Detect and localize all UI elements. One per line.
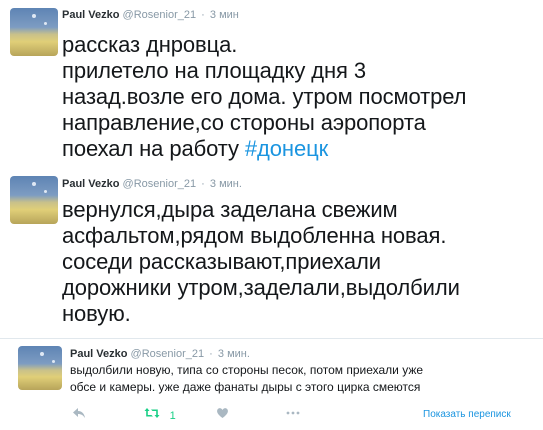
retweet-count: 1 [169, 410, 176, 422]
show-conversation-link[interactable]: Показать переписк [423, 409, 511, 420]
timestamp[interactable]: 3 мин. [218, 348, 250, 360]
tweet-text: рассказ днровца. прилетело на площадку д… [62, 32, 542, 162]
more-icon[interactable] [286, 406, 300, 424]
timestamp[interactable]: 3 мин. [210, 178, 242, 190]
author-handle[interactable]: @Rosenior_21 [123, 178, 197, 190]
author-handle[interactable]: @Rosenior_21 [123, 9, 197, 21]
avatar[interactable] [10, 176, 58, 224]
avatar[interactable] [10, 8, 58, 56]
separator-dot: · [201, 178, 205, 190]
separator-dot: · [209, 348, 213, 360]
separator-dot: · [201, 9, 205, 21]
retweet-button[interactable]: 1 [144, 406, 176, 425]
reply-icon[interactable] [72, 406, 86, 424]
tweet-header: Paul Vezko @Rosenior_21 · 3 мин [62, 9, 239, 21]
tweet-header: Paul Vezko @Rosenior_21 · 3 мин. [70, 348, 250, 360]
hashtag-link[interactable]: #донецк [245, 136, 328, 161]
tweet-header: Paul Vezko @Rosenior_21 · 3 мин. [62, 178, 242, 190]
tweet-text: выдолбили новую, типа со стороны песок, … [70, 363, 424, 394]
retweet-icon [144, 407, 164, 422]
timestamp[interactable]: 3 мин [210, 9, 239, 21]
author-handle[interactable]: @Rosenior_21 [131, 348, 205, 360]
tweet-text: вернулся,дыра заделана свежим асфальтом,… [62, 197, 460, 326]
avatar[interactable] [18, 346, 62, 390]
author-name[interactable]: Paul Vezko [70, 348, 127, 360]
heart-icon[interactable] [216, 406, 229, 424]
author-name[interactable]: Paul Vezko [62, 178, 119, 190]
author-name[interactable]: Paul Vezko [62, 9, 119, 21]
